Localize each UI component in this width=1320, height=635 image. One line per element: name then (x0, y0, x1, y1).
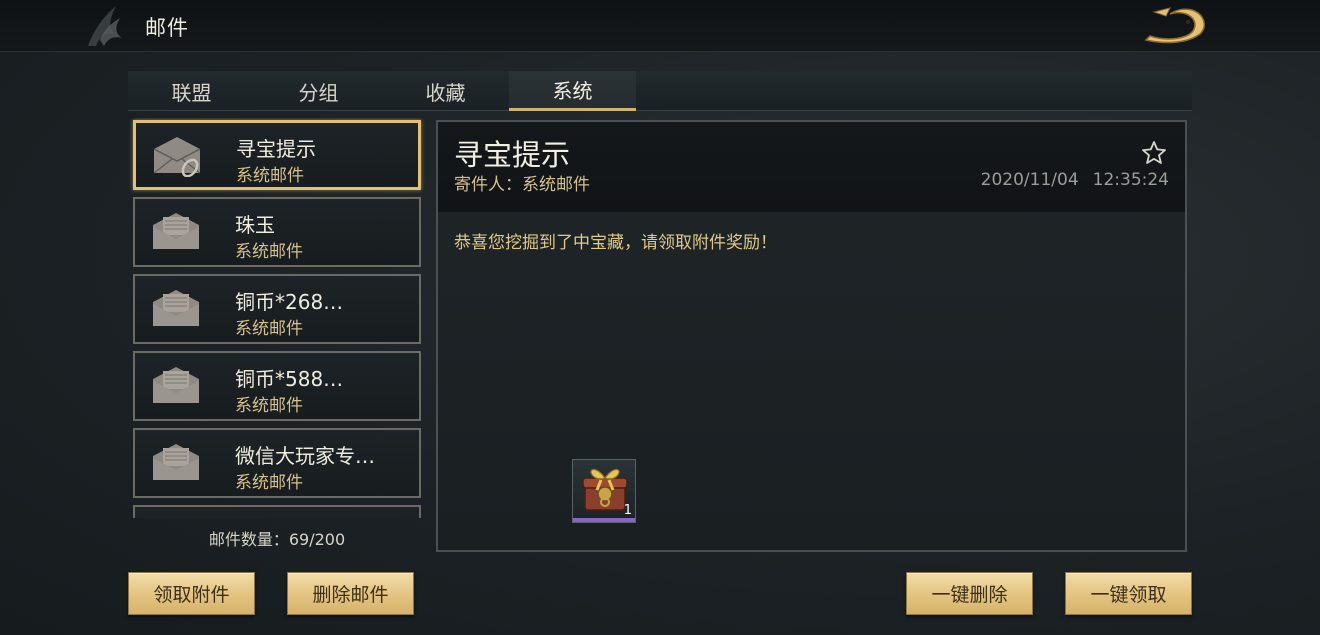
tab-favorites[interactable]: 收藏 (382, 71, 509, 111)
attachment-count: 1 (623, 503, 632, 518)
mail-subtitle: 系统邮件 (235, 242, 303, 262)
envelope-icon (153, 213, 199, 249)
mail-tab-bar: 联盟 分组 收藏 系统 (128, 71, 1192, 111)
tab-group[interactable]: 分组 (255, 71, 382, 111)
delete-mail-button[interactable]: 删除邮件 (287, 572, 414, 615)
envelope-icon (153, 444, 199, 480)
mail-date: 2020/11/04 (980, 170, 1079, 190)
envelope-attachment-icon (153, 137, 201, 177)
mail-title: 微信大玩家专… (235, 444, 375, 468)
mail-title: 铜币*268… (235, 290, 344, 314)
mail-list-item[interactable]: 微信大玩家专… 系统邮件 (133, 428, 421, 498)
mail-subtitle: 系统邮件 (236, 166, 304, 186)
page-title: 邮件 (145, 16, 189, 40)
dragon-emblem-icon (88, 6, 122, 46)
back-dragon-icon[interactable] (1140, 2, 1210, 48)
mail-subtitle: 系统邮件 (235, 473, 303, 493)
mail-list-item[interactable]: 铜币*268… 系统邮件 (133, 274, 421, 344)
mail-timestamp: 2020/11/04 12:35:24 (981, 170, 1169, 190)
tab-alliance[interactable]: 联盟 (128, 71, 255, 111)
mail-body-text: 恭喜您挖掘到了中宝藏，请领取附件奖励！ (454, 233, 777, 253)
mail-list-item[interactable]: 寻宝提示 系统邮件 (133, 120, 421, 190)
delete-all-button[interactable]: 一键删除 (906, 572, 1033, 615)
envelope-icon (153, 290, 199, 326)
mail-sender: 寄件人：系统邮件 (454, 175, 590, 195)
tab-system[interactable]: 系统 (509, 71, 636, 111)
claim-attachment-button[interactable]: 领取附件 (128, 572, 255, 615)
mail-list-item[interactable]: 珠玉 系统邮件 (133, 197, 421, 267)
star-favorite-icon[interactable] (1141, 140, 1167, 166)
mail-list-item[interactable]: 铜币*588… 系统邮件 (133, 351, 421, 421)
rarity-bar (573, 518, 635, 522)
mail-detail-title: 寻宝提示 (454, 138, 571, 172)
mail-title: 寻宝提示 (236, 137, 316, 161)
attachment-item[interactable]: 1 (572, 459, 636, 523)
mail-subtitle: 系统邮件 (235, 319, 303, 339)
mail-title: 珠玉 (235, 213, 275, 237)
mail-time: 12:35:24 (1092, 170, 1169, 190)
mail-detail-header: 寻宝提示 寄件人：系统邮件 2020/11/04 12:35:24 (438, 122, 1185, 212)
envelope-icon (153, 367, 199, 403)
claim-all-button[interactable]: 一键领取 (1065, 572, 1192, 615)
mail-title: 铜币*588… (235, 367, 344, 391)
mail-subtitle: 系统邮件 (235, 396, 303, 416)
mail-list[interactable]: 寻宝提示 系统邮件 珠玉 系统邮件 铜币*268… 系统邮件 铜币*588… 系… (128, 118, 426, 518)
mail-count: 邮件数量：69/200 (208, 530, 346, 549)
mail-detail-panel: 寻宝提示 寄件人：系统邮件 2020/11/04 12:35:24 恭喜您挖掘到了… (436, 120, 1187, 552)
mail-list-item-partial[interactable] (133, 505, 421, 518)
top-bar: 邮件 (0, 0, 1320, 52)
